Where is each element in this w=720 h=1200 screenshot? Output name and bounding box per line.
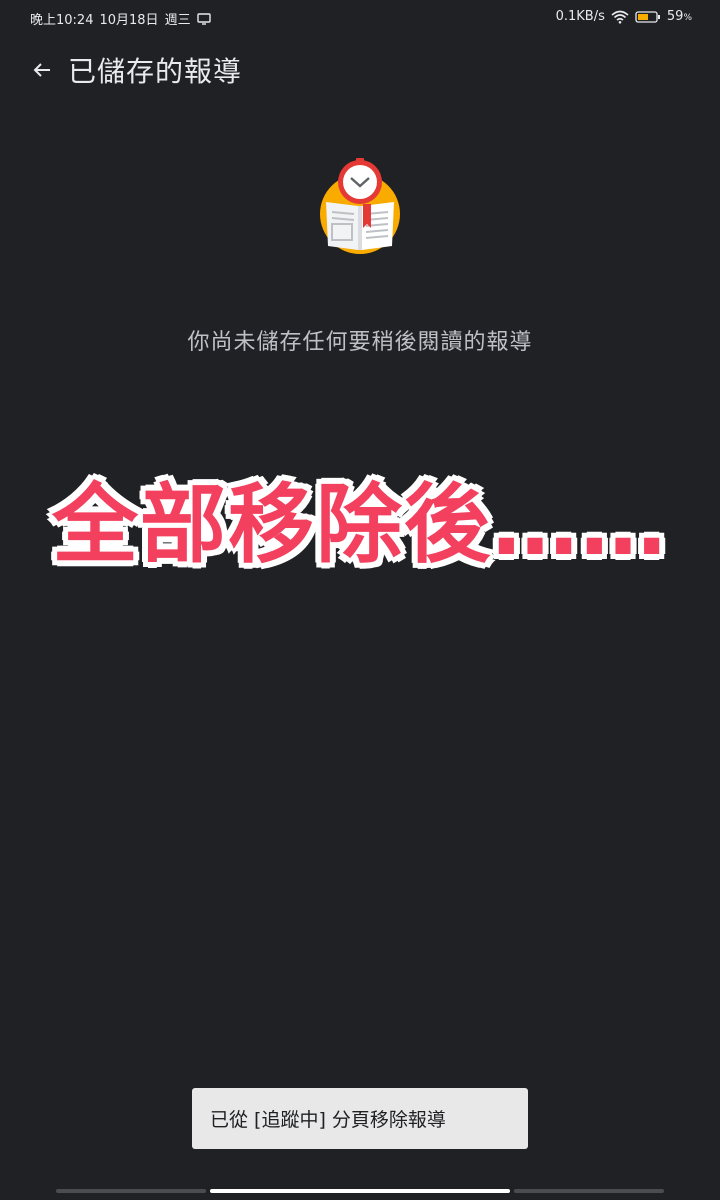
status-weekday: 週三 xyxy=(164,13,191,28)
screen: 晚上10:24 10月18日 週三 0.1KB/s 59% 已儲存的報導 你尚未… xyxy=(0,0,720,1200)
status-right: 0.1KB/s 59% xyxy=(556,9,692,24)
saved-news-clock-icon xyxy=(318,158,402,254)
status-left: 晚上10:24 10月18日 週三 xyxy=(30,9,211,28)
snackbar-text: 已從 [追蹤中] 分頁移除報導 xyxy=(210,1109,446,1131)
gesture-nav-bar xyxy=(0,1186,720,1200)
home-gesture-handle[interactable] xyxy=(210,1189,510,1193)
battery-value: 59 xyxy=(666,9,684,24)
battery-percent: 59% xyxy=(667,9,692,24)
empty-state-message: 你尚未儲存任何要稍後閱讀的報導 xyxy=(187,330,533,355)
nav-track-right xyxy=(514,1189,664,1193)
status-bar: 晚上10:24 10月18日 週三 0.1KB/s 59% xyxy=(0,0,720,36)
network-speed: 0.1KB/s xyxy=(555,9,605,24)
page-title: 已儲存的報導 xyxy=(68,55,243,88)
snackbar: 已從 [追蹤中] 分頁移除報導 xyxy=(192,1088,528,1149)
overlay-caption: 全部移除後…… xyxy=(52,475,668,575)
back-button[interactable] xyxy=(26,54,58,86)
nav-track-left xyxy=(56,1189,206,1193)
battery-icon xyxy=(635,10,661,24)
app-bar: 已儲存的報導 xyxy=(0,36,720,104)
status-date: 10月18日 xyxy=(99,13,159,28)
arrow-left-icon xyxy=(33,63,50,77)
battery-unit: % xyxy=(683,13,692,23)
screen-cast-icon xyxy=(196,12,211,25)
wifi-icon xyxy=(611,10,629,24)
status-time: 晚上10:24 xyxy=(30,13,94,28)
